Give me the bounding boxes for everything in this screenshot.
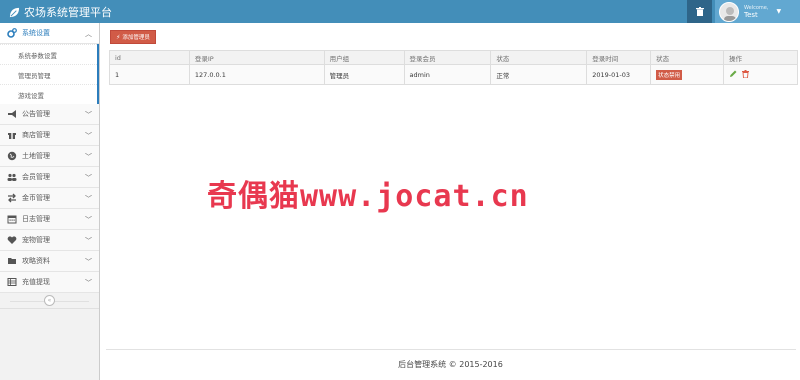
sidebar-item-guides[interactable]: 攻略资料 ﹀ [0, 251, 99, 272]
chevron-down-icon: ﹀ [85, 216, 92, 224]
chevron-down-icon: ﹀ [85, 132, 92, 140]
trash-icon [695, 7, 704, 16]
sidebar-item-label: 充值提现 [22, 278, 50, 286]
sidebar-item-label: 宠物管理 [22, 236, 50, 244]
bullhorn-icon [7, 109, 17, 119]
chevron-down-icon: ﹀ [85, 195, 92, 203]
user-info: Welcome, Test [744, 5, 768, 19]
chevron-down-icon: ﹀ [85, 153, 92, 161]
sidebar-item-label: 系统设置 [22, 29, 50, 37]
brand[interactable]: 农场系统管理平台 [9, 4, 112, 20]
chevron-down-icon: ﹀ [85, 174, 92, 182]
sidebar-item-logs[interactable]: 日志管理 ﹀ [0, 209, 99, 230]
sidebar-collapse-bar: « [0, 293, 99, 309]
sidebar-item-shop[interactable]: 商店管理 ﹀ [0, 125, 99, 146]
column-header-status[interactable]: 状态 [490, 50, 588, 65]
caret-down-icon: ▼ [776, 8, 782, 15]
column-header-time[interactable]: 登录时间 [586, 50, 652, 65]
calendar-icon [7, 214, 17, 224]
column-header-operations: 操作 [723, 50, 798, 65]
submenu-item-system-params[interactable]: 系统参数设置 [0, 44, 97, 64]
cell-group: 管理员 [323, 64, 405, 85]
footer: 后台管理系统 © 2015-2016 [398, 360, 503, 369]
user-menu[interactable]: Welcome, Test ▼ [715, 0, 800, 23]
table-row: 1 127.0.0.1 管理员 admin 正常 2019-01-03 状态禁用 [109, 64, 798, 85]
sidebar-item-members[interactable]: 会员管理 ﹀ [0, 167, 99, 188]
bolt-icon: ⚡ [116, 33, 121, 41]
cell-ip: 127.0.0.1 [188, 64, 325, 85]
sidebar-item-label: 公告管理 [22, 110, 50, 118]
globe-icon [7, 151, 17, 161]
add-admin-button[interactable]: ⚡ 添加管理员 [110, 30, 156, 44]
cogs-icon [7, 28, 17, 38]
folder-icon [7, 256, 17, 266]
exchange-icon [7, 193, 17, 203]
sidebar-item-label: 攻略资料 [22, 257, 50, 265]
cell-operations [723, 64, 798, 85]
cell-member: admin [403, 64, 492, 85]
sidebar: 系统设置 ︿ 系统参数设置 管理员管理 游戏设置 公告管理 ﹀ 商店管理 ﹀ 土… [0, 23, 100, 380]
column-header-member[interactable]: 登录会员 [403, 50, 492, 65]
sidebar-item-land[interactable]: 土地管理 ﹀ [0, 146, 99, 167]
chevron-down-icon: ﹀ [85, 237, 92, 245]
sidebar-item-coins[interactable]: 金币管理 ﹀ [0, 188, 99, 209]
heart-icon [7, 235, 17, 245]
cell-status: 正常 [490, 64, 588, 85]
cell-status-action: 状态禁用 [650, 64, 725, 85]
cell-id: 1 [109, 64, 190, 85]
chevron-down-icon: ﹀ [85, 258, 92, 266]
chevron-down-icon: ﹀ [85, 279, 92, 287]
sidebar-item-system-settings[interactable]: 系统设置 ︿ [0, 23, 99, 44]
column-header-status-action[interactable]: 状态 [650, 50, 725, 65]
chevron-down-icon: ﹀ [85, 111, 92, 119]
gift-icon [7, 130, 17, 140]
collapse-sidebar-button[interactable]: « [44, 295, 55, 306]
add-admin-label: 添加管理员 [122, 35, 150, 41]
submenu-item-admin-manage[interactable]: 管理员管理 [0, 64, 97, 84]
column-header-ip[interactable]: 登录IP [188, 50, 325, 65]
column-header-id[interactable]: id [109, 50, 190, 65]
sidebar-item-label: 金币管理 [22, 194, 50, 202]
leaf-icon [9, 7, 20, 17]
list-icon [7, 277, 17, 287]
submenu: 系统参数设置 管理员管理 游戏设置 [0, 44, 99, 104]
users-icon [7, 172, 17, 182]
user-name: Test [744, 10, 758, 19]
trash-icon[interactable] [742, 69, 750, 78]
sidebar-item-label: 日志管理 [22, 215, 50, 223]
chevron-up-icon: ︿ [85, 30, 92, 38]
watermark: 奇偶猫www.jocat.cn [207, 179, 529, 214]
sidebar-item-label: 商店管理 [22, 131, 50, 139]
sidebar-item-label: 土地管理 [22, 152, 50, 160]
app-title: 农场系统管理平台 [24, 6, 112, 19]
sidebar-item-recharge[interactable]: 充值提现 ﹀ [0, 272, 99, 293]
sidebar-item-label: 会员管理 [22, 173, 50, 181]
top-navbar: 农场系统管理平台 Welcome, Test ▼ [0, 0, 800, 23]
disable-status-button[interactable]: 状态禁用 [656, 69, 683, 80]
trash-button[interactable] [687, 0, 712, 23]
avatar [719, 1, 739, 22]
table-header-row: id 登录IP 用户组 登录会员 状态 登录时间 状态 操作 [109, 50, 798, 65]
submenu-item-game-settings[interactable]: 游戏设置 [0, 84, 97, 104]
sidebar-item-announcements[interactable]: 公告管理 ﹀ [0, 104, 99, 125]
column-header-group[interactable]: 用户组 [323, 50, 405, 65]
pencil-icon[interactable] [729, 70, 737, 78]
admin-table: id 登录IP 用户组 登录会员 状态 登录时间 状态 操作 1 127.0.0… [109, 50, 798, 85]
cell-time: 2019-01-03 [586, 64, 652, 85]
footer-divider [106, 349, 796, 350]
sidebar-item-pets[interactable]: 宠物管理 ﹀ [0, 230, 99, 251]
